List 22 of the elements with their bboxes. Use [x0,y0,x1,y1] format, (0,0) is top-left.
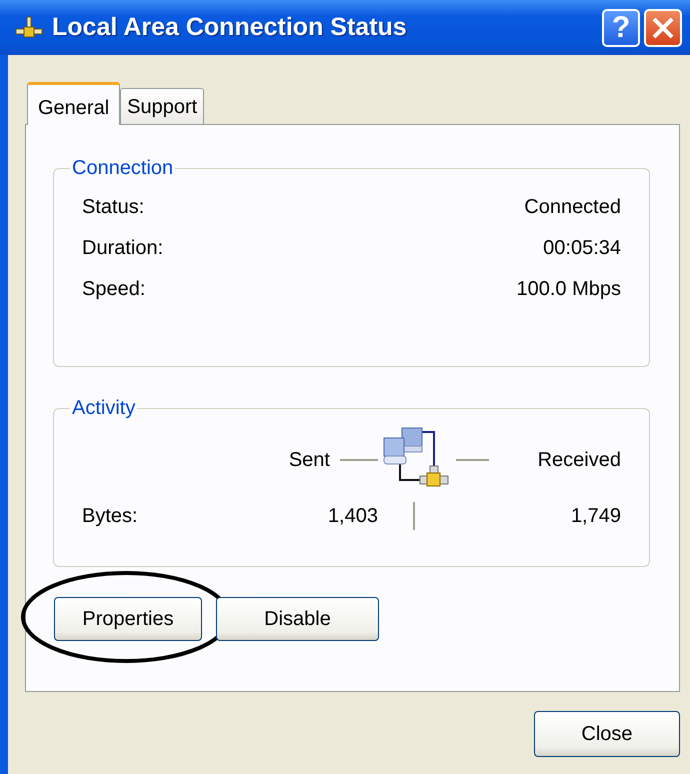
tab[interactable]: General [27,82,120,125]
properties-button[interactable]: Properties [54,597,202,641]
field-label: Duration: [82,237,164,260]
column-label: Received [538,448,621,472]
network-icon [14,14,44,40]
field-value: 1,749 [570,504,621,528]
tab[interactable]: Support [120,88,204,124]
group-legend: Connection [70,157,176,180]
column-label: Sent [288,448,330,472]
field-label: Speed: [82,278,146,301]
field-label: Status: [82,196,144,219]
field-value: 00:05:34 [543,237,621,260]
field-value: Connected [524,196,621,219]
disable-button[interactable]: Disable [216,597,379,641]
field-value: 100.0 Mbps [516,278,621,301]
close-dialog-button[interactable]: Close [534,711,680,757]
field-value: 1,403 [326,504,378,528]
group-legend: Activity [70,397,138,420]
window-title: Local Area Connection Status [52,13,408,42]
close-button[interactable] [644,8,682,46]
close-icon [651,16,675,40]
field-label: Bytes: [82,504,139,528]
